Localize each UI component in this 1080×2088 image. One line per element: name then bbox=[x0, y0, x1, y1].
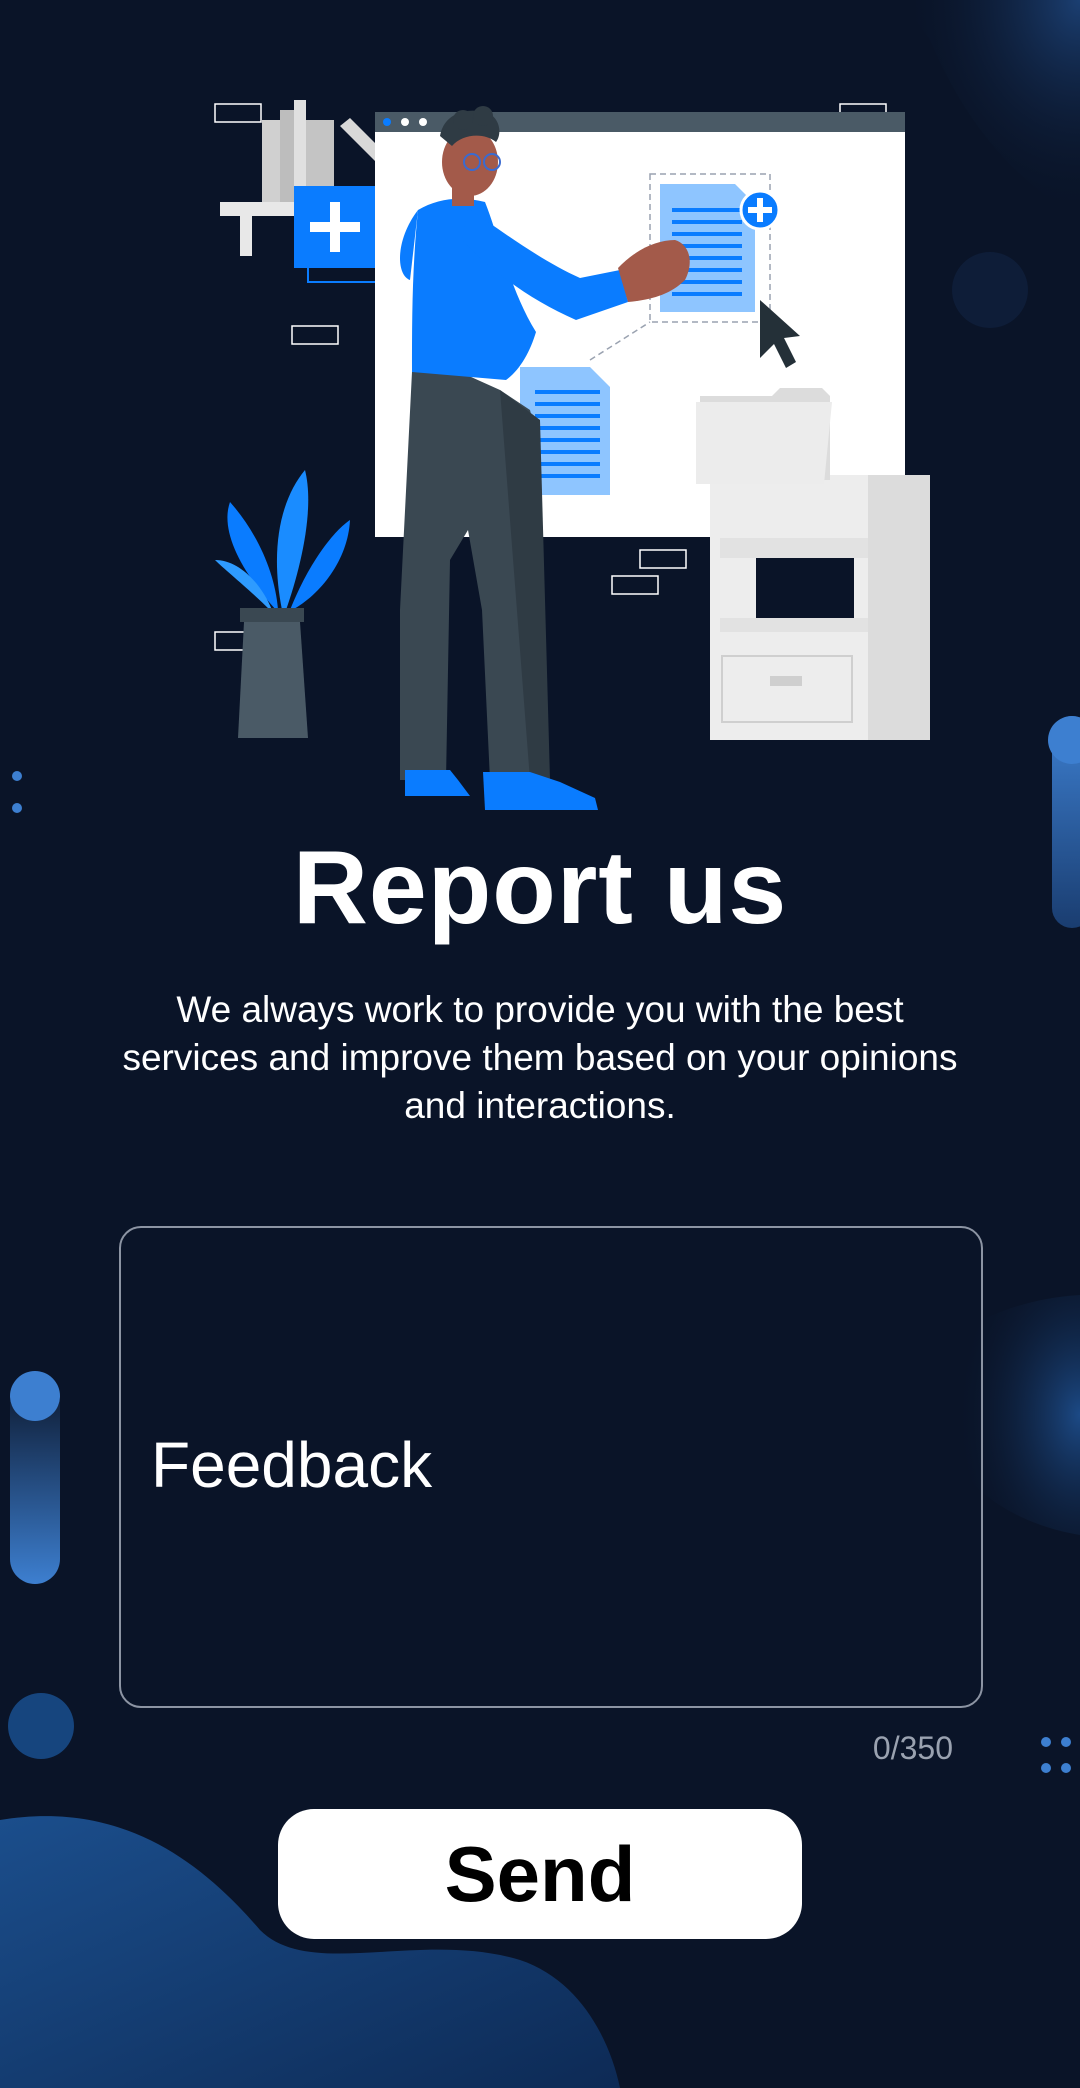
feedback-input[interactable] bbox=[151, 1228, 951, 1706]
send-button[interactable]: Send bbox=[278, 1809, 802, 1939]
cabinet bbox=[710, 475, 930, 740]
page-title: Report us bbox=[292, 830, 788, 946]
person-uploading-document-illustration bbox=[214, 100, 930, 810]
page-description: We always work to provide you with the b… bbox=[122, 989, 958, 1126]
feedback-field[interactable] bbox=[119, 1226, 983, 1708]
folder-icon bbox=[696, 388, 832, 484]
plant-icon bbox=[215, 470, 350, 738]
character-counter: 0/350 bbox=[872, 1730, 953, 1766]
report-screen: Report us We always work to provide you … bbox=[0, 0, 1080, 2088]
